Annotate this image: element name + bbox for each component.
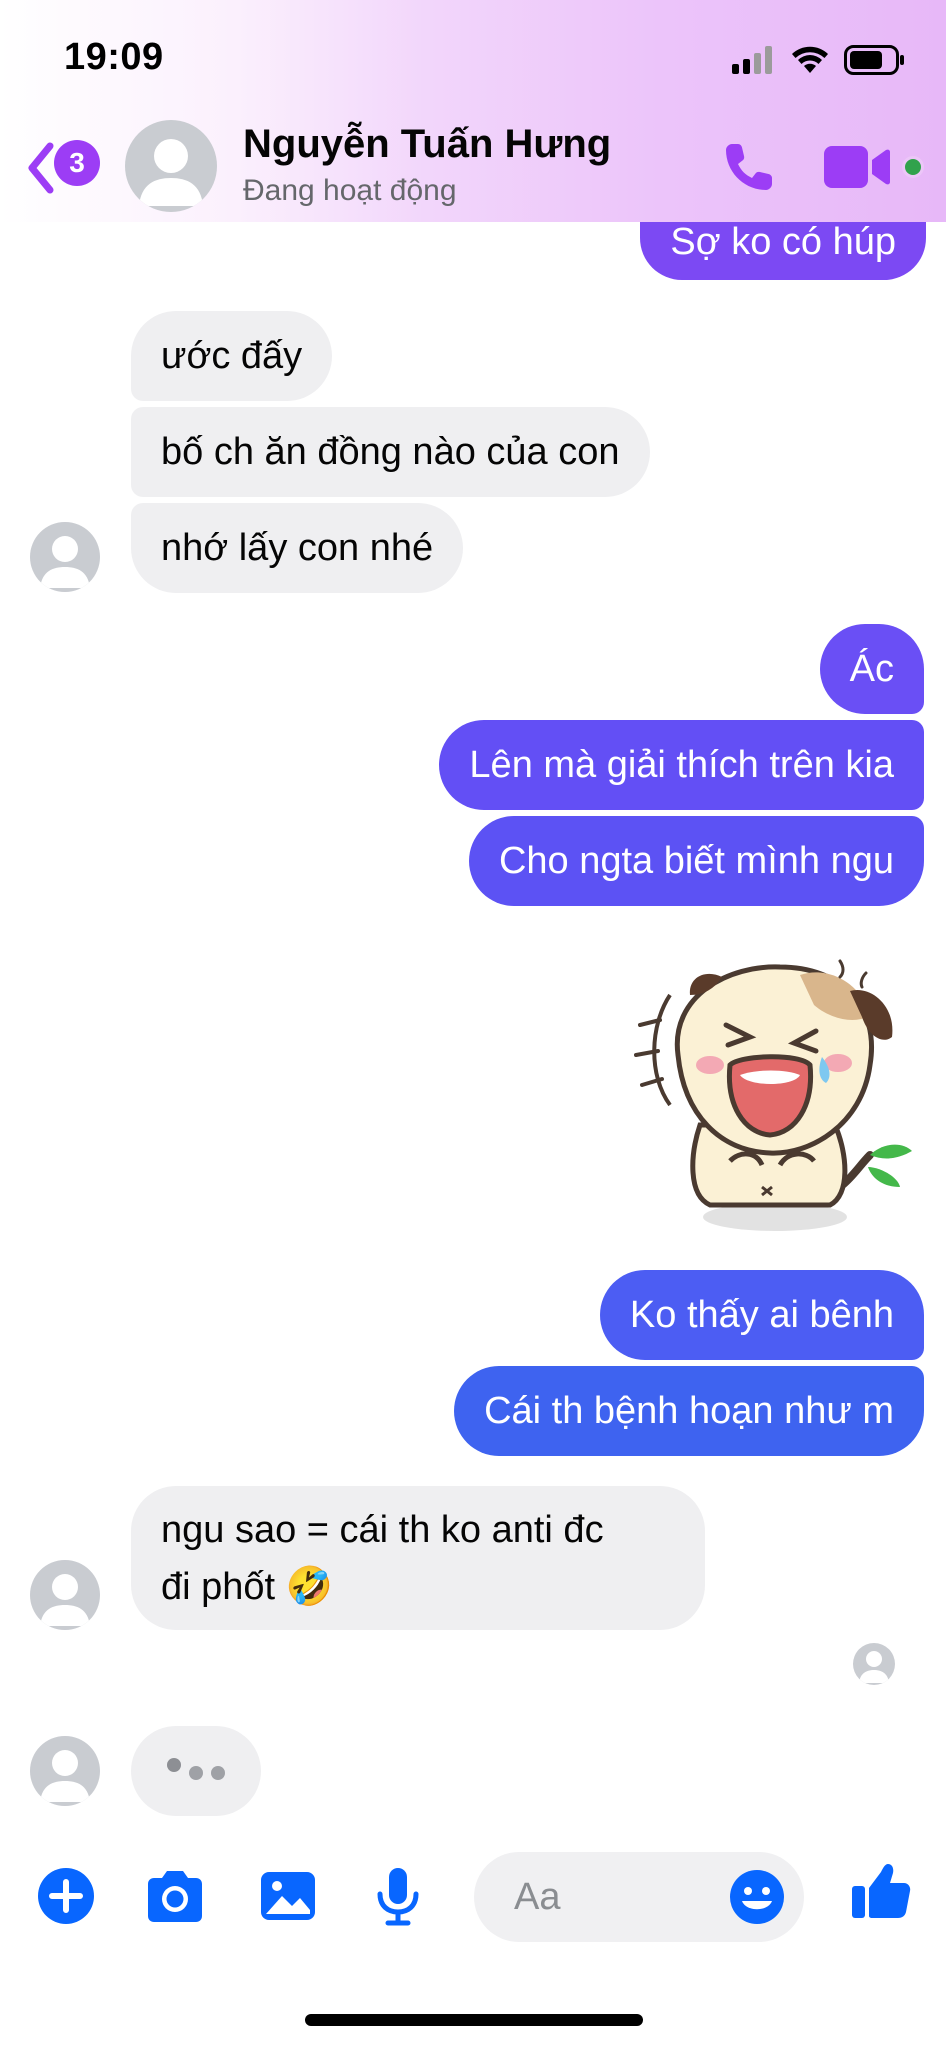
message-outgoing[interactable]: Cái th bệnh hoạn như m bbox=[454, 1366, 924, 1456]
image-icon[interactable] bbox=[258, 1866, 318, 1926]
seen-avatar bbox=[853, 1643, 895, 1685]
message-incoming[interactable]: ước đấy bbox=[131, 311, 333, 401]
contact-avatar[interactable] bbox=[125, 120, 217, 212]
message-incoming[interactable]: bố ch ăn đồng nào của con bbox=[131, 407, 650, 497]
contact-name[interactable]: Nguyễn Tuấn Hưng bbox=[243, 122, 611, 167]
signal-icon bbox=[732, 46, 772, 74]
video-camera-icon[interactable] bbox=[822, 142, 892, 192]
message-line: đi phốt bbox=[161, 1566, 276, 1608]
thumbs-up-icon[interactable] bbox=[850, 1860, 912, 1922]
wifi-icon bbox=[792, 46, 828, 73]
plus-icon[interactable] bbox=[36, 1866, 96, 1926]
message-line: ngu sao = cái th ko anti đc bbox=[161, 1509, 604, 1551]
status-icons bbox=[732, 42, 906, 78]
phone-icon[interactable] bbox=[718, 138, 778, 198]
contact-avatar-small[interactable] bbox=[30, 1736, 100, 1806]
message-incoming[interactable]: nhớ lấy con nhé bbox=[131, 503, 464, 593]
contact-avatar-small[interactable] bbox=[30, 522, 100, 592]
contact-status: Đang hoạt động bbox=[243, 174, 457, 207]
emoji-icon[interactable] bbox=[728, 1868, 786, 1926]
microphone-icon[interactable] bbox=[368, 1866, 428, 1926]
home-indicator bbox=[305, 2014, 643, 2026]
contact-avatar-small[interactable] bbox=[30, 1560, 100, 1630]
message-outgoing[interactable]: Ko thấy ai bênh bbox=[599, 1270, 924, 1360]
status-time: 19:09 bbox=[64, 36, 164, 78]
typing-indicator bbox=[131, 1726, 261, 1816]
message-outgoing[interactable]: Cho ngta biết mình ngu bbox=[468, 816, 924, 906]
message-outgoing[interactable]: Ác bbox=[819, 624, 924, 714]
rofl-emoji: 🤣 bbox=[285, 1564, 333, 1608]
unread-badge[interactable]: 3 bbox=[54, 140, 100, 186]
laughing-dog-sticker[interactable] bbox=[630, 955, 920, 1235]
online-status-dot bbox=[902, 156, 924, 178]
chat-header: 19:09 3 Nguyễn Tuấn Hưng Đang hoạt động bbox=[0, 0, 946, 222]
message-outgoing[interactable]: Lên mà giải thích trên kia bbox=[439, 720, 924, 810]
message-incoming[interactable]: ngu sao = cái th ko anti đc đi phốt 🤣 bbox=[131, 1486, 705, 1630]
camera-icon[interactable] bbox=[142, 1866, 208, 1926]
battery-icon bbox=[844, 45, 904, 75]
